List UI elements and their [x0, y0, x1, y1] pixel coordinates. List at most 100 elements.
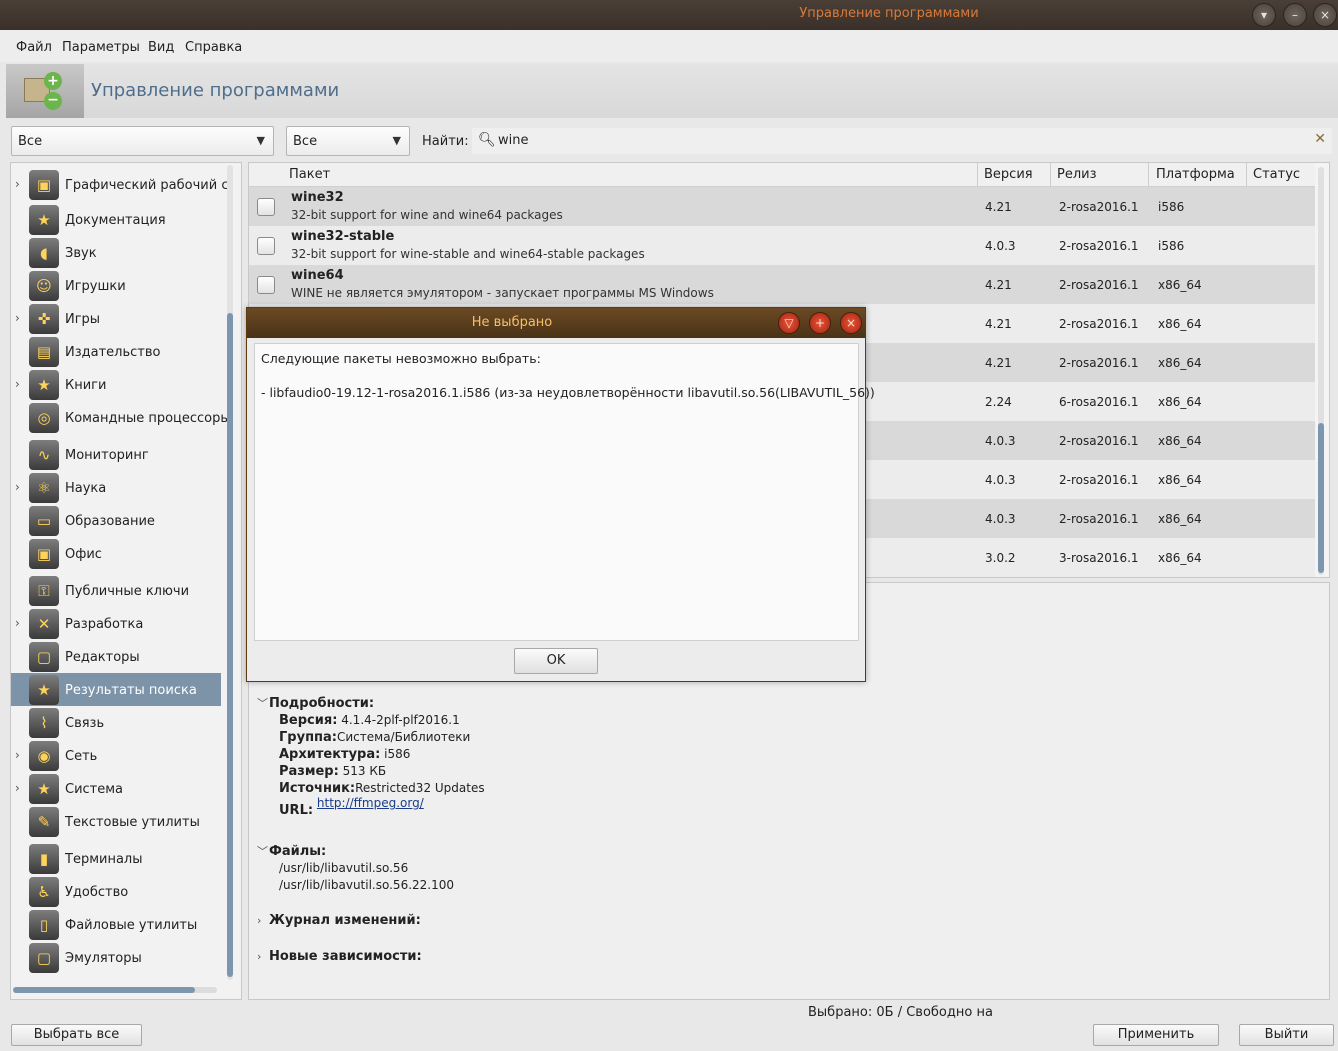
tree-item[interactable]: ∿ Мониторинг — [11, 438, 221, 471]
window-shade-button[interactable]: ▾ — [1252, 3, 1276, 27]
window-close-button[interactable]: × — [1313, 3, 1337, 27]
tree-item[interactable]: › ★ Система — [11, 772, 221, 805]
table-row[interactable]: wine64 WINE не является эмулятором - запу… — [249, 265, 1315, 304]
menu-help[interactable]: Справка — [185, 40, 242, 55]
dialog-close-button[interactable]: × — [840, 312, 862, 334]
tree-item[interactable]: › ✕ Разработка — [11, 607, 221, 640]
source-label: Источник: — [279, 781, 356, 796]
app-header: + − Управление программами — [6, 64, 1338, 118]
dialog-ok-button[interactable]: OK — [514, 648, 598, 674]
expand-chevron-icon[interactable]: › — [15, 311, 20, 325]
select-all-button[interactable]: Выбрать все — [11, 1024, 142, 1046]
window-titlebar[interactable]: Управление программами ▾ – × — [0, 0, 1338, 30]
tree-item[interactable]: › ◉ Сеть — [11, 739, 221, 772]
package-platform: x86_64 — [1158, 551, 1202, 565]
tree-item[interactable]: › ▣ Графический рабочий с — [11, 168, 228, 201]
details-section-toggle[interactable]: ﹀Подробности: — [257, 695, 374, 711]
tree-item-label: Образование — [65, 514, 155, 529]
expand-chevron-icon[interactable]: › — [15, 177, 20, 191]
column-package[interactable]: Пакет — [289, 167, 330, 182]
category-filter-value: Все — [18, 134, 43, 149]
category-filter-select[interactable]: Все ▼ — [11, 126, 274, 156]
menu-view[interactable]: Вид — [148, 40, 174, 55]
chevron-down-icon: ﹀ — [257, 697, 268, 710]
files-section-toggle[interactable]: ﹀Файлы: — [257, 843, 326, 859]
size-value: 513 КБ — [342, 764, 387, 778]
dependencies-section-toggle[interactable]: › Новые зависимости: — [257, 949, 422, 964]
package-checkbox[interactable] — [257, 276, 275, 294]
package-release: 2-rosa2016.1 — [1059, 356, 1139, 370]
not-selected-dialog: Не выбрано ▽ + × Следующие пакеты невозм… — [246, 307, 875, 682]
tree-item[interactable]: ◖ Звук — [11, 236, 221, 269]
tree-item[interactable]: ▣ Офис — [11, 537, 221, 570]
column-status[interactable]: Статус — [1253, 167, 1300, 182]
tree-vertical-scrollbar[interactable] — [227, 165, 233, 980]
science-icon: ⚛ — [29, 473, 59, 503]
tree-item[interactable]: ⚿ Публичные ключи — [11, 574, 221, 607]
clear-search-icon[interactable]: ✕ — [1314, 131, 1326, 147]
star-icon: ★ — [29, 205, 59, 235]
tree-item[interactable]: ☺ Игрушки — [11, 269, 221, 302]
network-icon: ◉ — [29, 741, 59, 771]
apply-button[interactable]: Применить — [1093, 1024, 1219, 1046]
window-minimize-button[interactable]: – — [1283, 3, 1307, 27]
package-release: 2-rosa2016.1 — [1059, 473, 1139, 487]
package-platform: x86_64 — [1158, 278, 1202, 292]
column-version[interactable]: Версия — [984, 167, 1033, 182]
tree-item[interactable]: ♿ Удобство — [11, 875, 221, 908]
package-checkbox[interactable] — [257, 237, 275, 255]
expand-chevron-icon[interactable]: › — [15, 616, 20, 630]
dialog-shade-button[interactable]: ▽ — [778, 312, 800, 334]
expand-chevron-icon[interactable]: › — [15, 377, 20, 391]
package-checkbox[interactable] — [257, 198, 275, 216]
search-input[interactable]: 🔍︎ wine ✕ — [472, 128, 1332, 154]
expand-chevron-icon[interactable]: › — [15, 781, 20, 795]
menu-settings[interactable]: Параметры — [62, 40, 140, 55]
table-row[interactable]: wine32-stable 32-bit support for wine-sta… — [249, 226, 1315, 265]
page-title: Управление программами — [91, 80, 340, 101]
keys-icon: ⚿ — [29, 576, 59, 606]
column-release[interactable]: Релиз — [1057, 167, 1097, 182]
tree-item[interactable]: ▤ Издательство — [11, 335, 221, 368]
changelog-section-toggle[interactable]: › Журнал изменений: — [257, 913, 421, 928]
expand-chevron-icon[interactable]: › — [15, 480, 20, 494]
tree-item-label: Наука — [65, 481, 107, 496]
dialog-maximize-button[interactable]: + — [809, 312, 831, 334]
star-icon: ★ — [29, 675, 59, 705]
package-release: 2-rosa2016.1 — [1059, 200, 1139, 214]
changelog-section-title: Журнал изменений: — [269, 913, 421, 928]
tree-horizontal-scrollbar[interactable] — [13, 987, 217, 993]
tree-item[interactable]: ▭ Образование — [11, 504, 221, 537]
tree-item[interactable]: ★ Результаты поиска — [11, 673, 221, 706]
package-description: WINE не является эмулятором - запускает … — [291, 286, 714, 300]
tree-item[interactable]: ▯ Файловые утилиты — [11, 908, 221, 941]
dialog-title: Не выбрано — [471, 315, 553, 330]
column-platform[interactable]: Платформа — [1156, 167, 1235, 182]
tree-item-label: Звук — [65, 246, 97, 261]
window-title: Управление программами — [799, 6, 979, 21]
table-vertical-scrollbar[interactable] — [1318, 167, 1324, 575]
tree-item[interactable]: ⌇ Связь — [11, 706, 221, 739]
tree-item[interactable]: ★ Документация — [11, 203, 221, 236]
tree-item[interactable]: › ✜ Игры — [11, 302, 221, 335]
tree-item[interactable]: ▮ Терминалы — [11, 842, 221, 875]
publishing-icon: ▤ — [29, 337, 59, 367]
dialog-titlebar[interactable]: Не выбрано ▽ + × — [247, 308, 865, 338]
tree-item[interactable]: ◎ Командные процессоры — [11, 401, 231, 434]
package-release: 2-rosa2016.1 — [1059, 434, 1139, 448]
expand-chevron-icon[interactable]: › — [15, 748, 20, 762]
status-filter-select[interactable]: Все ▼ — [286, 126, 410, 156]
table-row[interactable]: wine32 32-bit support for wine and wine64… — [249, 187, 1315, 226]
package-platform: x86_64 — [1158, 434, 1202, 448]
package-version: 2.24 — [985, 395, 1012, 409]
tree-item[interactable]: ▢ Редакторы — [11, 640, 221, 673]
tree-item[interactable]: › ⚛ Наука — [11, 471, 221, 504]
tree-item[interactable]: ✎ Текстовые утилиты — [11, 805, 221, 838]
tree-item[interactable]: › ★ Книги — [11, 368, 221, 401]
tree-item[interactable]: ▢ Эмуляторы — [11, 941, 221, 974]
tree-item-label: Офис — [65, 547, 102, 562]
menu-file[interactable]: Файл — [16, 40, 52, 55]
details-section-title: Подробности: — [269, 696, 375, 711]
quit-button[interactable]: Выйти — [1239, 1024, 1334, 1046]
homepage-link[interactable]: http://ffmpeg.org/ — [317, 796, 424, 810]
